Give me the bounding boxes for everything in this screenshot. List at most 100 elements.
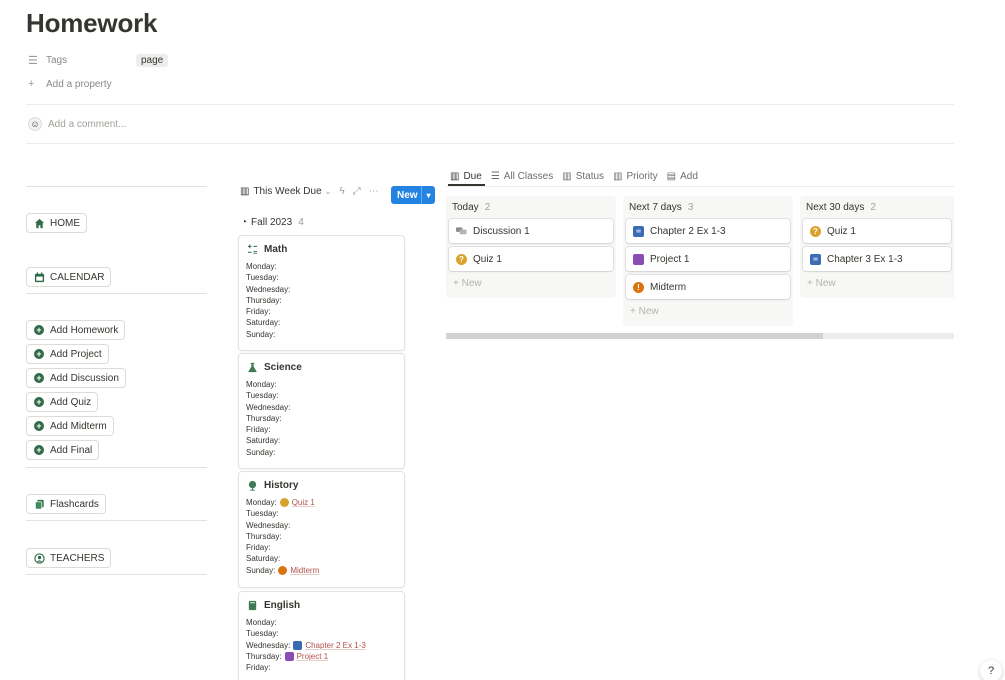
- teachers-label: TEACHERS: [50, 552, 105, 564]
- more-icon[interactable]: ⋯: [369, 186, 379, 197]
- flashcards-button[interactable]: Flashcards: [26, 494, 106, 514]
- nav-divider: [26, 520, 207, 521]
- add-card-button[interactable]: + New: [626, 303, 790, 320]
- board-view-icon: ▥: [240, 186, 250, 197]
- add-card-button[interactable]: + New: [803, 275, 951, 292]
- expand-icon[interactable]: ⤢: [353, 186, 361, 197]
- question-icon: ?: [456, 253, 467, 265]
- group-header[interactable]: ◔ Fall 2023 4: [241, 217, 304, 228]
- exclamation-icon: !: [633, 281, 644, 293]
- list-icon: ☰: [490, 170, 500, 182]
- day-line: Tuesday:: [246, 629, 279, 639]
- day-line: Saturday:: [246, 436, 281, 446]
- plus-icon: +: [28, 78, 35, 90]
- add-card-button[interactable]: + New: [449, 275, 613, 292]
- class-name: Math: [264, 243, 288, 255]
- help-button[interactable]: ?: [980, 660, 1002, 680]
- board-view-icon: ▥: [450, 170, 460, 182]
- user-circle-icon: [33, 552, 45, 564]
- calendar-button[interactable]: CALENDAR: [26, 267, 112, 287]
- comment-input[interactable]: ☺ Add a comment...: [28, 117, 126, 131]
- day-line: Sunday:: [246, 329, 276, 339]
- scrollbar-thumb[interactable]: [446, 333, 823, 339]
- divider: [26, 104, 954, 105]
- board-card[interactable]: Discussion 1: [449, 219, 613, 243]
- day-line: Monday:: [246, 618, 277, 627]
- add-property-button[interactable]: + Add a property: [28, 78, 112, 90]
- page-title: Homework: [26, 8, 158, 38]
- plus-circle-icon: +: [33, 396, 45, 408]
- project-icon: [633, 253, 644, 265]
- board-card[interactable]: ? Quiz 1: [803, 219, 951, 243]
- nav-divider: [26, 186, 207, 187]
- class-card-science[interactable]: Science Monday: Tuesday: Wednesday: Thur…: [238, 353, 405, 469]
- teachers-button[interactable]: TEACHERS: [26, 548, 112, 568]
- board-card[interactable]: Project 1: [626, 247, 790, 271]
- class-card-math[interactable]: Math Monday: Tuesday: Wednesday: Thursda…: [238, 235, 405, 351]
- new-button[interactable]: New ▾: [391, 186, 435, 204]
- add-discussion-button[interactable]: + Add Discussion: [26, 368, 126, 388]
- day-line: Friday:: [246, 543, 271, 553]
- class-card-history[interactable]: History Monday: Quiz 1 Tuesday: Wednesda…: [238, 471, 405, 588]
- item-link[interactable]: Quiz 1: [279, 497, 315, 508]
- item-link[interactable]: Midterm: [278, 565, 319, 576]
- class-title: History: [246, 479, 397, 491]
- day-line: Wednesday:: [246, 284, 291, 294]
- flask-icon: [246, 361, 258, 373]
- plus-circle-icon: +: [33, 444, 45, 456]
- question-icon: [279, 498, 289, 508]
- add-quiz-button[interactable]: + Add Quiz: [26, 392, 99, 412]
- tags-label: Tags: [46, 55, 68, 66]
- column-header[interactable]: Today 2: [449, 200, 613, 219]
- calendar-icon: [33, 271, 45, 283]
- day-line: Monday: Quiz 1: [246, 497, 315, 508]
- view-selector[interactable]: ▥ This Week Due ⌄: [240, 186, 331, 197]
- tab-due[interactable]: ▥ Due: [450, 168, 482, 184]
- board-card[interactable]: Chapter 3 Ex 1-3: [803, 247, 951, 271]
- day-line: Friday:: [246, 425, 271, 435]
- chevron-down-icon: ⌄: [324, 187, 332, 196]
- plus-circle-icon: +: [33, 324, 45, 336]
- board-card[interactable]: Chapter 2 Ex 1-3: [626, 219, 790, 243]
- add-midterm-button[interactable]: + Add Midterm: [26, 416, 114, 436]
- nav-divider: [26, 293, 207, 294]
- tab-all-classes[interactable]: ☰ All Classes: [491, 168, 553, 184]
- board-column-next-30-days: Next 30 days 2 ? Quiz 1 Chapter 3 Ex 1-3…: [800, 196, 954, 298]
- tags-property[interactable]: ☰ Tags: [28, 54, 67, 67]
- home-button[interactable]: HOME: [26, 213, 87, 233]
- day-line: Friday:: [246, 307, 271, 317]
- column-header[interactable]: Next 30 days 2: [803, 200, 951, 219]
- chevron-down-icon[interactable]: ▾: [421, 186, 435, 204]
- add-project-button[interactable]: + Add Project: [26, 344, 109, 364]
- class-name: History: [264, 479, 299, 491]
- item-link[interactable]: Chapter 2 Ex 1-3: [293, 640, 366, 651]
- column-header[interactable]: Next 7 days 3: [626, 200, 790, 219]
- class-title: Science: [246, 361, 397, 373]
- list-icon: ☰: [28, 55, 38, 67]
- tab-add[interactable]: ▤ Add: [667, 168, 698, 184]
- add-homework-button[interactable]: + Add Homework: [26, 320, 126, 340]
- tab-status[interactable]: ▥ Status: [562, 168, 604, 184]
- add-final-button[interactable]: + Add Final: [26, 440, 100, 460]
- book-icon: [246, 599, 258, 611]
- class-card-english[interactable]: English Monday: Tuesday: Wednesday: Chap…: [238, 591, 405, 680]
- horizontal-scrollbar[interactable]: [446, 333, 954, 339]
- tag-chip[interactable]: page: [136, 54, 169, 67]
- tab-priority[interactable]: ▥ Priority: [613, 168, 658, 184]
- item-link[interactable]: Project 1: [284, 651, 328, 662]
- add-midterm-label: Add Midterm: [50, 420, 107, 432]
- flashcards-label: Flashcards: [50, 498, 99, 510]
- group-count: 4: [298, 217, 304, 228]
- add-property-label: Add a property: [46, 78, 112, 90]
- board-card[interactable]: ! Midterm: [626, 275, 790, 299]
- board-view-icon: ▥: [613, 170, 623, 182]
- board-card[interactable]: ? Quiz 1: [449, 247, 613, 271]
- day-line: Sunday: Midterm: [246, 565, 320, 576]
- home-label: HOME: [50, 217, 80, 229]
- classes-toolbar: ▥ This Week Due ⌄ ϟ ⤢ ⋯: [240, 186, 387, 197]
- board-view-icon: ▥: [562, 170, 572, 182]
- board-tabs: ▥ Due ☰ All Classes ▥ Status ▥ Priority …: [450, 168, 707, 184]
- add-final-label: Add Final: [50, 444, 93, 456]
- automation-icon[interactable]: ϟ: [339, 186, 344, 197]
- day-line: Wednesday:: [246, 520, 291, 530]
